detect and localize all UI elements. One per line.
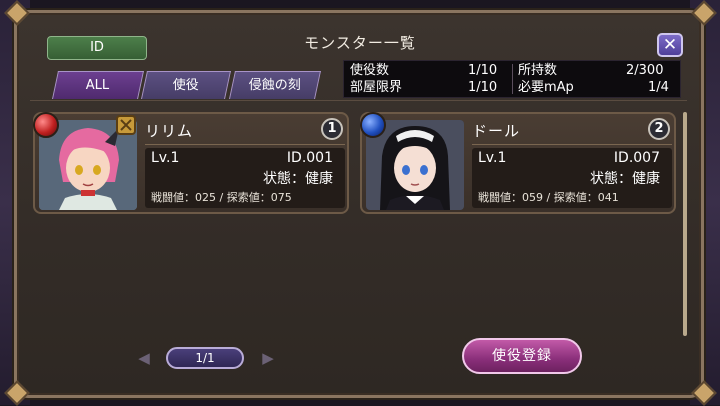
- monster-id: ID.007: [613, 150, 660, 166]
- monster-level: Lv.1: [151, 150, 180, 166]
- monster-name: リリム: [145, 118, 345, 145]
- stats-divider: [512, 64, 513, 94]
- monster-id: ID.001: [286, 150, 333, 166]
- arrow-left-icon[interactable]: ◀: [133, 348, 155, 368]
- tab-all[interactable]: ALL: [52, 71, 144, 99]
- monster-level: Lv.1: [478, 150, 507, 166]
- monster-card[interactable]: ドール 2 Lv.1 ID.007 状態：健康 戦闘値：059 / 探索値：04…: [360, 112, 676, 214]
- stat-value: 1/10: [468, 80, 498, 95]
- page-indicator: 1/1: [166, 347, 244, 369]
- monster-state: 状態：健康: [263, 171, 333, 187]
- tab-shieki[interactable]: 使役: [141, 71, 231, 99]
- arrow-right-icon[interactable]: ▶: [257, 348, 279, 368]
- monster-info: Lv.1 ID.001 状態：健康 戦闘値：025 / 探索値：075: [145, 148, 345, 208]
- stats-panel: 使役数 1/10 所持数 2/300 部屋限界 1/10 必要mAp 1/4: [343, 60, 681, 98]
- monster-info: Lv.1 ID.007 状態：健康 戦闘値：059 / 探索値：041: [472, 148, 672, 208]
- tab-shinshoku[interactable]: 侵蝕の刻: [229, 71, 321, 99]
- slot-number-badge: 2: [648, 118, 670, 140]
- element-orb-icon: [360, 112, 386, 138]
- register-servant-button[interactable]: 使役登録: [462, 338, 582, 374]
- monster-state: 状態：健康: [590, 171, 660, 187]
- element-orb-icon: [33, 112, 59, 138]
- id-sort-button[interactable]: ID: [47, 36, 147, 60]
- slot-number-badge: 1: [321, 118, 343, 140]
- stat-value: 2/300: [626, 63, 664, 78]
- monster-card[interactable]: リリム 1 Lv.1 ID.001 状態：健康 戦闘値：025 / 探索値：07…: [33, 112, 349, 214]
- stat-label: 部屋限界: [350, 80, 403, 95]
- stat-value: 1/4: [648, 80, 669, 95]
- stat-label: 使役数: [350, 63, 390, 78]
- monster-stats: 戦闘値：025 / 探索値：075: [151, 191, 292, 204]
- stat-value: 1/10: [468, 63, 498, 78]
- stat-label: 所持数: [518, 63, 558, 78]
- monster-stats: 戦闘値：059 / 探索値：041: [478, 191, 619, 204]
- emblem-icon: [115, 114, 137, 136]
- stat-label: 必要mAp: [518, 80, 574, 95]
- list-scrollbar[interactable]: [683, 112, 687, 336]
- close-icon[interactable]: ✕: [657, 33, 683, 57]
- monster-name: ドール: [472, 118, 672, 145]
